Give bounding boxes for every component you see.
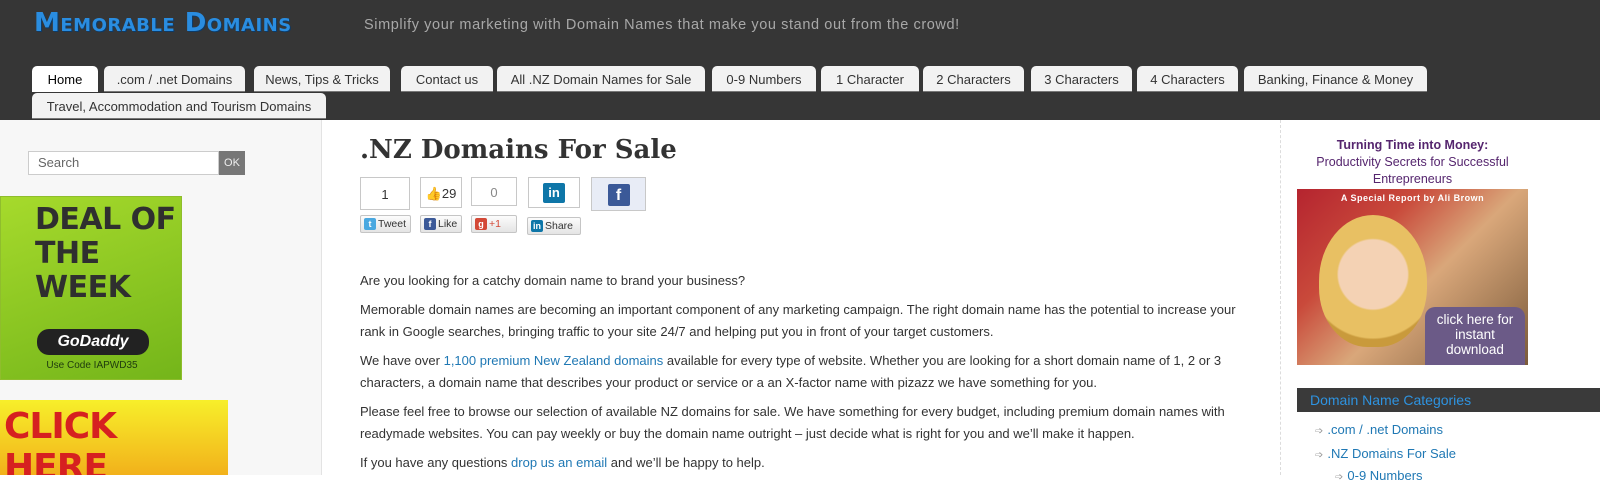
tab-banking[interactable]: Banking, Finance & Money [1244,66,1427,92]
paragraph-contact: If you have any questions drop us an ema… [360,455,765,470]
thumbs-up-icon: 👍 [425,186,442,201]
paragraph-browse: Please feel free to browse our selection… [360,404,1225,441]
site-header: Memorable Domains Simplify your marketin… [0,0,1600,120]
tab-home[interactable]: Home [32,66,98,92]
category-link[interactable]: ➩ .NZ Domains For Sale [1315,446,1456,461]
linkedin-share-button[interactable]: in Share [527,217,581,235]
google-plus-icon: g [475,217,487,230]
plusone-count: 0 [471,177,517,206]
ad-portrait [1319,215,1427,347]
facebook-share-icon: f [607,184,630,206]
ad-image: A Special Report by Ali Brown click here… [1297,189,1528,365]
deal-promo-code: Use Code IAPWD35 [46,360,138,371]
search-button[interactable]: OK [219,151,245,175]
tab-contact[interactable]: Contact us [401,66,493,92]
tweet-button[interactable]: t Tweet [360,215,411,233]
arrow-icon: ➩ [1315,426,1324,437]
tab-1-char[interactable]: 1 Character [821,66,919,92]
productivity-report-ad[interactable]: Turning Time into Money: Productivity Se… [1297,137,1528,365]
facebook-share-button[interactable]: f [591,177,646,211]
click-here-text: CLICK HERE [4,406,117,475]
premium-domains-link[interactable]: 1,100 premium New Zealand domains [444,353,664,368]
page-title: .NZ Domains For Sale [360,135,677,165]
categories-heading: Domain Name Categories [1297,388,1600,412]
deal-ad-text: DEAL OF THE WEEK [35,202,176,305]
column-divider [1280,120,1281,475]
site-title[interactable]: Memorable Domains [34,8,292,38]
ad-headline: Turning Time into Money: [1336,138,1489,152]
paragraph-importance: Memorable domain names are becoming an i… [360,302,1236,339]
linkedin-icon: in [543,183,565,203]
tab-3-char[interactable]: 3 Characters [1031,66,1132,92]
ad-subline: Productivity Secrets for Successful Entr… [1316,155,1509,186]
arrow-icon: ➩ [1315,450,1324,461]
tab-4-char[interactable]: 4 Characters [1137,66,1238,92]
deal-of-the-week-ad[interactable]: DEAL OF THE WEEK GoDaddy Use Code IAPWD3… [0,196,182,380]
category-link[interactable]: ➩ .com / .net Domains [1315,422,1443,437]
ad-download-button[interactable]: click here for instant download [1425,307,1525,365]
category-sublink[interactable]: ➩ 0-9 Numbers [1335,468,1423,483]
twitter-icon: t [364,217,376,230]
like-count: 👍29 [420,177,462,208]
tweet-count: 1 [360,177,410,210]
click-here-ad[interactable]: CLICK HERE [0,400,228,475]
intro-paragraph: Are you looking for a catchy domain name… [360,273,746,288]
paragraph-premium: We have over 1,100 premium New Zealand d… [360,353,1222,390]
arrow-icon: ➩ [1335,472,1344,483]
like-button[interactable]: f Like [420,215,462,233]
tab-com-net[interactable]: .com / .net Domains [104,66,245,92]
linkedin-count: in [528,177,580,208]
site-tagline: Simplify your marketing with Domain Name… [364,17,960,33]
godaddy-logo: GoDaddy [37,329,149,355]
main-content: Are you looking for a catchy domain name… [360,270,1240,481]
search-input[interactable]: Search [28,151,219,175]
ad-report-line: A Special Report by Ali Brown [1340,193,1485,203]
facebook-icon: f [424,217,436,230]
tab-all-nz[interactable]: All .NZ Domain Names for Sale [497,66,705,92]
tab-news[interactable]: News, Tips & Tricks [254,66,390,92]
tab-2-char[interactable]: 2 Characters [923,66,1024,92]
google-plusone-button[interactable]: g +1 [471,215,517,233]
tab-travel[interactable]: Travel, Accommodation and Tourism Domain… [32,93,326,119]
linkedin-small-icon: in [531,219,543,232]
tab-numbers[interactable]: 0-9 Numbers [712,66,816,92]
email-link[interactable]: drop us an email [511,455,607,470]
